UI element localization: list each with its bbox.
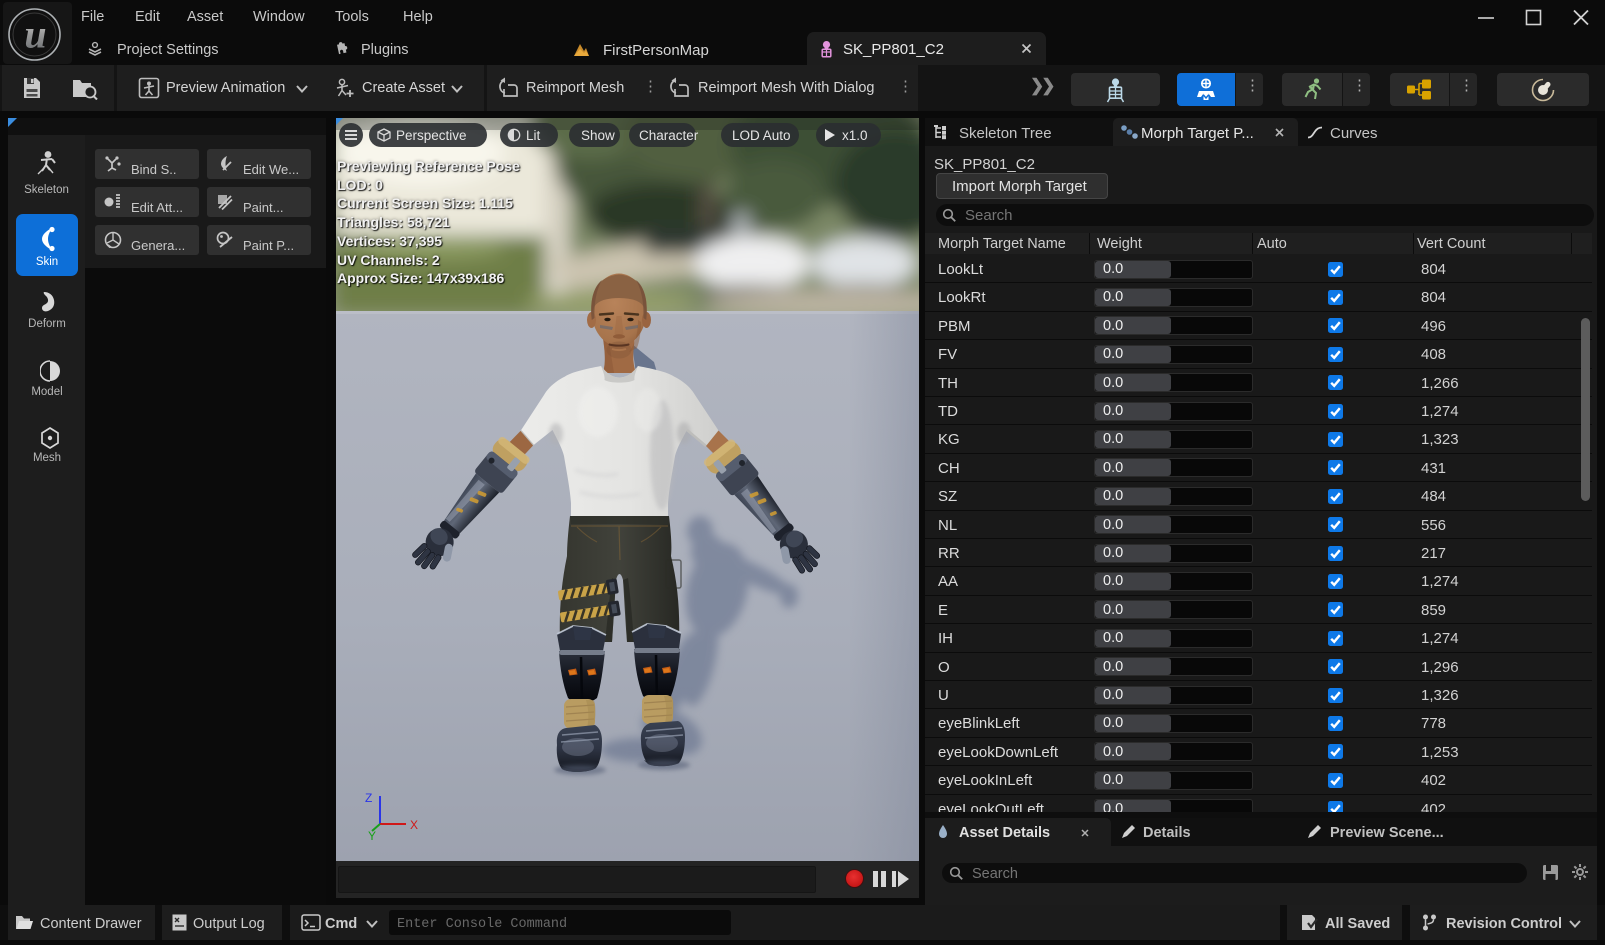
svg-text:u: u (24, 12, 46, 57)
svg-text:Z: Z (365, 791, 372, 805)
svg-text:X: X (410, 818, 418, 832)
svg-text:Y: Y (368, 829, 376, 843)
